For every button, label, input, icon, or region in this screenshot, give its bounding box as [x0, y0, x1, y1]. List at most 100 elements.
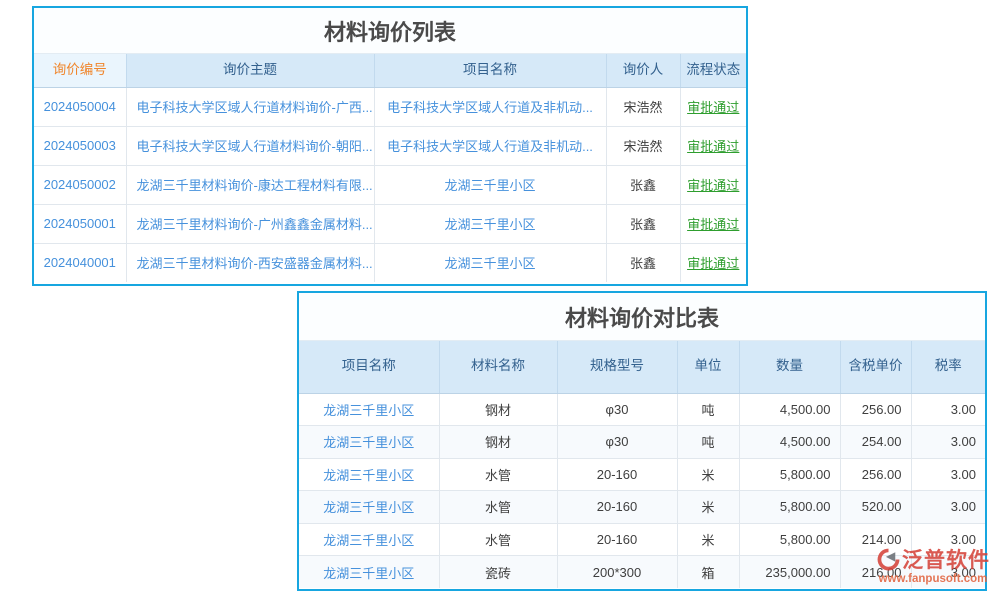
- inquiry-no-link-cell[interactable]: 2024040001: [34, 243, 126, 282]
- tax-rate: 3.00: [951, 532, 976, 547]
- tax-incl-price: 256.00: [862, 402, 902, 417]
- inquiry-no-link[interactable]: 2024050002: [44, 177, 116, 192]
- comparison-title: 材料询价对比表: [299, 293, 985, 341]
- process-status-link[interactable]: 审批通过: [687, 256, 739, 271]
- process-status-link-cell[interactable]: 审批通过: [680, 126, 746, 165]
- process-status-link[interactable]: 审批通过: [687, 139, 739, 154]
- inquiry-no-link[interactable]: 2024050001: [44, 216, 116, 231]
- inquiry-subject-link[interactable]: 龙湖三千里材料询价-康达工程材料有限...: [137, 178, 373, 193]
- project-name-link[interactable]: 电子科技大学区域人行道及非机动...: [387, 139, 593, 154]
- table-row: 2024050002 龙湖三千里材料询价-康达工程材料有限... 龙湖三千里小区 张鑫…: [34, 165, 746, 204]
- inquiry-subject-link-cell[interactable]: 龙湖三千里材料询价-广州鑫鑫金属材料...: [126, 204, 374, 243]
- table-row: 龙湖三千里小区钢材φ30吨4,500.00256.003.00: [299, 393, 985, 426]
- column-header-project-name: 项目名称: [374, 54, 606, 87]
- inquiry-no-link[interactable]: 2024050003: [44, 138, 116, 153]
- column-header-material-name: 材料名称: [439, 341, 557, 393]
- quantity: 4,500.00: [780, 402, 831, 417]
- tax-incl-price: 520.00: [862, 499, 902, 514]
- tax-incl-price-cell: 216.00: [840, 556, 911, 589]
- tax-rate-cell: 3.00: [911, 556, 985, 589]
- inquiry-subject-link[interactable]: 电子科技大学区域人行道材料询价-广西...: [137, 100, 373, 115]
- tax-rate: 3.00: [951, 434, 976, 449]
- tax-rate-cell: 3.00: [911, 458, 985, 491]
- process-status-link[interactable]: 审批通过: [687, 217, 739, 232]
- project-name-link-cell[interactable]: 电子科技大学区域人行道及非机动...: [374, 87, 606, 126]
- quantity: 4,500.00: [780, 434, 831, 449]
- project-name-link-cell[interactable]: 龙湖三千里小区: [299, 458, 439, 491]
- spec-model-cell: 20-160: [557, 458, 677, 491]
- process-status-link-cell[interactable]: 审批通过: [680, 165, 746, 204]
- process-status-link-cell[interactable]: 审批通过: [680, 204, 746, 243]
- inquiry-list-table: 询价编号询价主题项目名称询价人流程状态 2024050004 电子科技大学区域人行…: [34, 54, 746, 282]
- inquiry-no-link[interactable]: 2024050004: [44, 99, 116, 114]
- process-status-link-cell[interactable]: 审批通过: [680, 87, 746, 126]
- tax-incl-price: 216.00: [862, 565, 902, 580]
- process-status-link-cell[interactable]: 审批通过: [680, 243, 746, 282]
- inquiry-no-link-cell[interactable]: 2024050004: [34, 87, 126, 126]
- quantity: 5,800.00: [780, 532, 831, 547]
- spec-model-cell: 20-160: [557, 491, 677, 524]
- inquiry-list-body: 2024050004 电子科技大学区域人行道材料询价-广西... 电子科技大学区域人…: [34, 87, 746, 282]
- inquirer-name: 张鑫: [630, 217, 656, 232]
- table-row: 龙湖三千里小区钢材φ30吨4,500.00254.003.00: [299, 426, 985, 459]
- column-header-spec-model: 规格型号: [557, 341, 677, 393]
- project-name-link[interactable]: 龙湖三千里小区: [323, 403, 414, 418]
- inquiry-no-link-cell[interactable]: 2024050002: [34, 165, 126, 204]
- project-name-link-cell[interactable]: 龙湖三千里小区: [374, 243, 606, 282]
- tax-rate: 3.00: [951, 467, 976, 482]
- spec-model: φ30: [606, 402, 629, 417]
- inquiry-subject-link[interactable]: 电子科技大学区域人行道材料询价-朝阳...: [137, 139, 373, 154]
- project-name-link-cell[interactable]: 电子科技大学区域人行道及非机动...: [374, 126, 606, 165]
- spec-model-cell: φ30: [557, 393, 677, 426]
- material-name: 水管: [485, 500, 511, 515]
- table-row: 龙湖三千里小区水管20-160米5,800.00214.003.00: [299, 523, 985, 556]
- unit: 米: [701, 533, 714, 548]
- table-row: 2024040001龙湖三千里材料询价-西安盛器金属材料...龙湖三千里小区张鑫…: [34, 243, 746, 282]
- tax-rate-cell: 3.00: [911, 491, 985, 524]
- inquirer-name: 张鑫: [630, 178, 656, 193]
- inquiry-subject-link-cell[interactable]: 电子科技大学区域人行道材料询价-朝阳...: [126, 126, 374, 165]
- inquiry-no-link-cell[interactable]: 2024050003: [34, 126, 126, 165]
- tax-incl-price-cell: 214.00: [840, 523, 911, 556]
- project-name-link[interactable]: 龙湖三千里小区: [323, 566, 414, 581]
- spec-model: 20-160: [597, 467, 637, 482]
- project-name-link[interactable]: 龙湖三千里小区: [444, 217, 535, 232]
- project-name-link-cell[interactable]: 龙湖三千里小区: [299, 426, 439, 459]
- quantity: 5,800.00: [780, 499, 831, 514]
- unit-cell: 吨: [677, 426, 739, 459]
- project-name-link-cell[interactable]: 龙湖三千里小区: [374, 204, 606, 243]
- project-name-link[interactable]: 龙湖三千里小区: [323, 435, 414, 450]
- inquiry-no-link[interactable]: 2024040001: [44, 255, 116, 270]
- project-name-link-cell[interactable]: 龙湖三千里小区: [299, 523, 439, 556]
- project-name-link[interactable]: 电子科技大学区域人行道及非机动...: [387, 100, 593, 115]
- process-status-link[interactable]: 审批通过: [687, 178, 739, 193]
- inquirer-name-cell: 宋浩然: [606, 126, 680, 165]
- inquiry-subject-link-cell[interactable]: 电子科技大学区域人行道材料询价-广西...: [126, 87, 374, 126]
- quantity-cell: 5,800.00: [739, 523, 840, 556]
- column-header-inquirer: 询价人: [606, 54, 680, 87]
- project-name-link-cell[interactable]: 龙湖三千里小区: [299, 393, 439, 426]
- project-name-link-cell[interactable]: 龙湖三千里小区: [299, 491, 439, 524]
- process-status-link[interactable]: 审批通过: [687, 100, 739, 115]
- inquiry-subject-link-cell[interactable]: 龙湖三千里材料询价-康达工程材料有限...: [126, 165, 374, 204]
- column-header-inquiry-no: 询价编号: [34, 54, 126, 87]
- project-name-link[interactable]: 龙湖三千里小区: [444, 178, 535, 193]
- material-name-cell: 水管: [439, 491, 557, 524]
- table-row: 龙湖三千里小区瓷砖200*300箱235,000.00216.003.00: [299, 556, 985, 589]
- tax-rate: 3.00: [951, 402, 976, 417]
- project-name-link[interactable]: 龙湖三千里小区: [444, 256, 535, 271]
- inquiry-subject-link-cell[interactable]: 龙湖三千里材料询价-西安盛器金属材料...: [126, 243, 374, 282]
- inquiry-no-link-cell[interactable]: 2024050001: [34, 204, 126, 243]
- inquiry-subject-link[interactable]: 龙湖三千里材料询价-西安盛器金属材料...: [137, 256, 373, 271]
- project-name-link-cell[interactable]: 龙湖三千里小区: [299, 556, 439, 589]
- project-name-link[interactable]: 龙湖三千里小区: [323, 500, 414, 515]
- tax-incl-price: 256.00: [862, 467, 902, 482]
- unit-cell: 米: [677, 491, 739, 524]
- inquiry-subject-link[interactable]: 龙湖三千里材料询价-广州鑫鑫金属材料...: [137, 217, 373, 232]
- spec-model: 200*300: [593, 565, 641, 580]
- project-name-link[interactable]: 龙湖三千里小区: [323, 533, 414, 548]
- project-name-link[interactable]: 龙湖三千里小区: [323, 468, 414, 483]
- project-name-link-cell[interactable]: 龙湖三千里小区: [374, 165, 606, 204]
- inquiry-list-header-row: 询价编号询价主题项目名称询价人流程状态: [34, 54, 746, 87]
- table-row: 龙湖三千里小区水管20-160米5,800.00256.003.00: [299, 458, 985, 491]
